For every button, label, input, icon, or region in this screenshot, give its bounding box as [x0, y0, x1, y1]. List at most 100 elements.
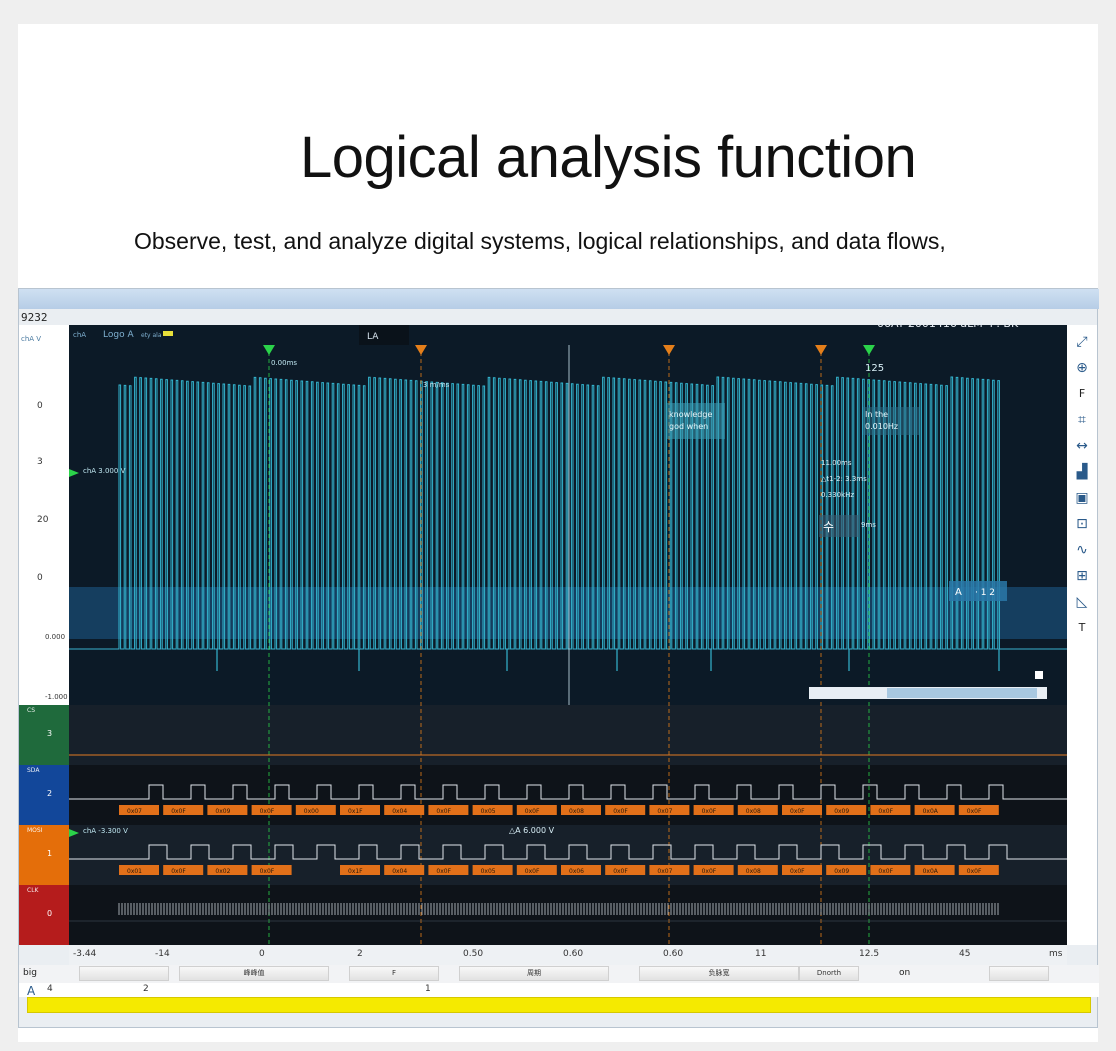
wave-icon[interactable]: ∿ — [1072, 541, 1092, 559]
dnorth-button[interactable]: Dnorth — [799, 966, 859, 981]
channel-tag-clk[interactable]: CLK 0 — [19, 885, 69, 945]
waveform-plot[interactable]: chA Logo A ety ala LA 0.00ms 3 m/ms 125 chA 3.0… — [69, 325, 1067, 945]
x-tick-label: 11 — [755, 949, 767, 959]
f-button[interactable]: F — [349, 966, 439, 981]
y-tick-label: 0 — [37, 573, 43, 583]
decode-sda-label: 0x00 — [304, 808, 319, 815]
decode-sda-label: 0x04 — [392, 808, 407, 815]
y-tick-label: 3 — [37, 457, 43, 467]
neg-pulse-width-button[interactable]: 负脉宽 — [639, 966, 799, 981]
x-tick-label: 0 — [259, 949, 265, 959]
expand-icon[interactable]: ⤢ — [1072, 333, 1092, 351]
cursor-marker — [663, 345, 675, 355]
channel-tag-cs[interactable]: CS 3 — [19, 705, 69, 765]
waveform-svg[interactable]: chA Logo A ety ala LA 0.00ms 3 m/ms 125 chA 3.0… — [69, 325, 1067, 945]
decode-sda-label: 0x0F — [702, 808, 717, 815]
channel-label: chA V — [21, 335, 42, 343]
period-button[interactable]: 周期 — [459, 966, 609, 981]
cursor-marker — [415, 345, 427, 355]
x-tick-label: 2 — [357, 949, 363, 959]
cursor-marker — [815, 345, 827, 355]
value-row: A 4 2 1 — [19, 983, 1099, 998]
ch-offset-label-2: chA -3.300 V — [83, 827, 128, 835]
decode-mosi-label: 0x0F — [260, 868, 275, 875]
channel-tag-number: 0 — [47, 909, 53, 918]
x-tick-label: -14 — [155, 949, 170, 959]
blank-button-2[interactable] — [989, 966, 1049, 981]
channel-tag-number: 3 — [47, 729, 53, 738]
cursor-label-mid: 3 m/ms — [423, 381, 450, 389]
decode-mosi-label: 0x0F — [436, 868, 451, 875]
decode-mosi-label: 0x0A — [923, 868, 939, 875]
x-tick-label: -3.44 — [73, 949, 97, 959]
meas-symbol: 수 — [823, 520, 834, 534]
measure-icon[interactable]: ◺ — [1072, 593, 1092, 611]
decode-mosi-label: 0x07 — [657, 868, 672, 875]
histogram-icon[interactable]: ▟ — [1072, 463, 1092, 481]
fit-width-icon[interactable]: ↔ — [1072, 437, 1092, 455]
scrollbar-thumb — [887, 688, 1037, 698]
blank-button[interactable] — [79, 966, 169, 981]
decode-mosi-label: 0x08 — [746, 868, 761, 875]
decode-mosi-label: 0x1F — [348, 868, 363, 875]
cursor-label-left: 0.00ms — [271, 359, 297, 367]
decode-sda-label: 0x0F — [613, 808, 628, 815]
meas-freq: 0.330kHz — [821, 491, 854, 499]
annotation-text-2: In the — [865, 410, 888, 419]
window-titlebar[interactable] — [19, 289, 1099, 309]
decode-sda-label: 0x0F — [171, 808, 186, 815]
decode-sda-label: 0x05 — [481, 808, 496, 815]
decode-sda-label: 0x0F — [525, 808, 540, 815]
zoom-icon[interactable]: ⊕ — [1072, 359, 1092, 377]
x-tick-label: ms — [1049, 949, 1063, 959]
decode-sda-label: 0x0A — [923, 808, 939, 815]
t-tool-button[interactable]: T — [1072, 619, 1092, 637]
a-label: A — [27, 984, 36, 998]
la-tab: LA — [367, 332, 379, 342]
annotation-text-2: 0.010Hz — [865, 422, 898, 431]
save-icon[interactable]: ▣ — [1072, 489, 1092, 507]
scroll-indicator — [1035, 671, 1043, 679]
x-tick-label: 12.5 — [859, 949, 880, 959]
decode-mosi-label: 0x09 — [834, 868, 849, 875]
decode-mosi-label: 0x0F — [171, 868, 186, 875]
ch-offset-label: chA 3.000 V — [83, 467, 126, 475]
decode-sda-label: 0x0F — [436, 808, 451, 815]
window-id: 9232 — [21, 311, 48, 324]
meas-ms: 9ms — [861, 521, 876, 529]
decode-mosi-label: 0x0F — [702, 868, 717, 875]
tag-color-chip — [163, 331, 173, 336]
big-label: big — [23, 968, 37, 978]
channel-tag-mosi[interactable]: MOSI 1 — [19, 825, 69, 885]
band-mosi-bg — [69, 825, 1067, 885]
decode-mosi-label: 0x04 — [392, 868, 407, 875]
highlight-bar[interactable] — [27, 997, 1091, 1013]
y-axis-panel: chA V 0 3 20 0 0.000 -1.000 — [19, 325, 69, 705]
decode-mosi-label: 0x05 — [481, 868, 496, 875]
decode-mosi-label: 0x0F — [790, 868, 805, 875]
annotation-text: knowledge — [669, 410, 712, 419]
decode-sda-label: 0x0F — [260, 808, 275, 815]
channel-tag-sda[interactable]: SDA 2 — [19, 765, 69, 825]
decode-mosi-label: 0x01 — [127, 868, 142, 875]
decode-sda-label: 0x08 — [569, 808, 584, 815]
marker-a: A — [955, 587, 962, 598]
f-tool-button[interactable]: F — [1072, 385, 1092, 403]
crop-icon[interactable]: ⌗ — [1072, 411, 1092, 429]
decode-sda-label: 0x09 — [834, 808, 849, 815]
channel-tag-number: 1 — [47, 849, 53, 858]
value-2: 2 — [143, 984, 149, 994]
grid-icon[interactable]: ⊞ — [1072, 567, 1092, 585]
peak-peak-button[interactable]: 峰峰值 — [179, 966, 329, 981]
tag-cha: chA — [73, 331, 86, 339]
x-tick-label: 0.60 — [663, 949, 684, 959]
decode-sda-label: 0x07 — [657, 808, 672, 815]
delta-label: △A 6.000 V — [509, 826, 555, 835]
screenshot-icon[interactable]: ⊡ — [1072, 515, 1092, 533]
decode-mosi-label: 0x06 — [569, 868, 584, 875]
on-label: on — [899, 968, 911, 978]
a-value: 4 — [47, 984, 53, 994]
page-subtitle: Observe, test, and analyze digital syste… — [134, 228, 946, 254]
decode-sda-label: 0x09 — [215, 808, 230, 815]
x-tick-label: 0.50 — [463, 949, 484, 959]
